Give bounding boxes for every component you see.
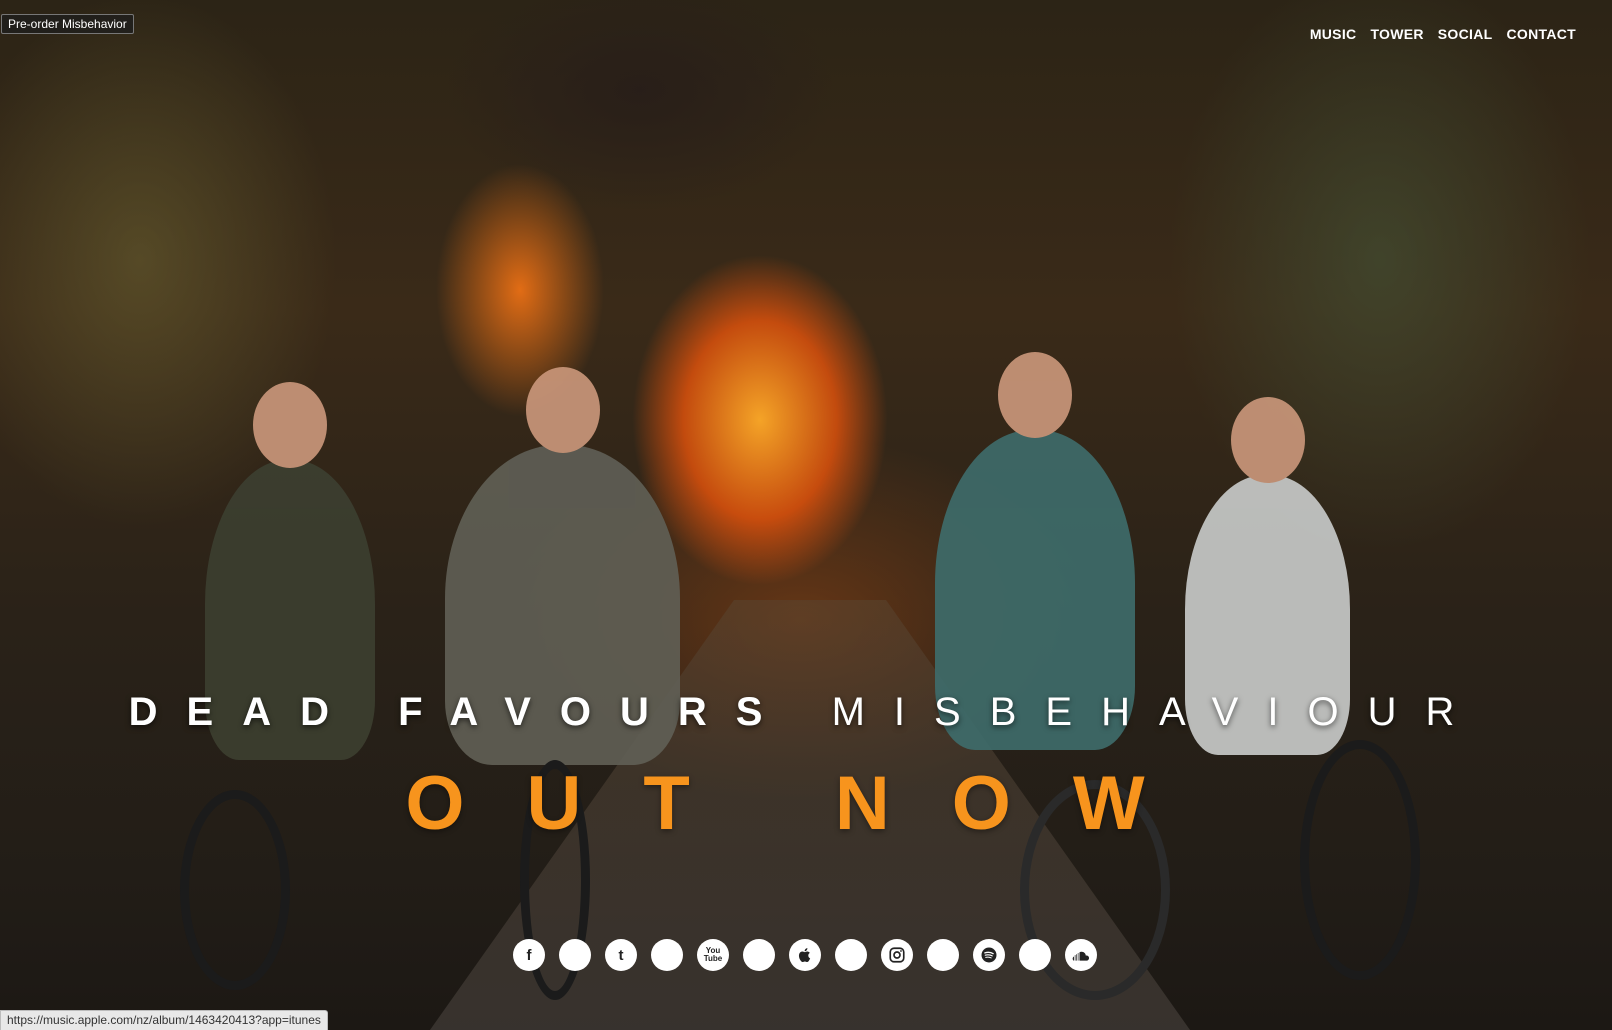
hero-title: DEAD FAVOURS MISBEHAVIOUR: [0, 690, 1612, 735]
instagram-icon[interactable]: [881, 939, 913, 971]
facebook-icon[interactable]: f: [513, 939, 545, 971]
soundcloud-glyph: [1072, 951, 1090, 961]
nav-music[interactable]: MUSIC: [1310, 26, 1357, 42]
apple-icon[interactable]: [789, 939, 821, 971]
tumblr-icon[interactable]: t: [605, 939, 637, 971]
status-bar-url: https://music.apple.com/nz/album/1463420…: [0, 1010, 328, 1030]
instagram-glyph: [889, 947, 905, 963]
hero-background: [0, 0, 1612, 1030]
spotify-icon[interactable]: [973, 939, 1005, 971]
soundcloud-icon[interactable]: [1065, 939, 1097, 971]
out-now-heading[interactable]: OUT NOW: [0, 760, 1612, 847]
spotify-glyph: [981, 947, 997, 963]
apple-glyph: [798, 948, 811, 962]
youtube-icon[interactable]: You Tube: [697, 939, 729, 971]
nav-social[interactable]: SOCIAL: [1438, 26, 1493, 42]
blank-icon[interactable]: [651, 939, 683, 971]
blank-icon[interactable]: [743, 939, 775, 971]
nav-tower[interactable]: TOWER: [1370, 26, 1423, 42]
social-links: f t You Tube: [513, 939, 1097, 971]
nav-contact[interactable]: CONTACT: [1507, 26, 1577, 42]
preorder-link[interactable]: Pre-order Misbehavior: [1, 14, 134, 34]
band-name: DEAD FAVOURS: [128, 690, 792, 734]
blank-icon[interactable]: [835, 939, 867, 971]
blank-icon[interactable]: [559, 939, 591, 971]
album-name: MISBEHAVIOUR: [831, 690, 1484, 734]
main-nav: MUSIC TOWER SOCIAL CONTACT: [1310, 26, 1576, 42]
blank-icon[interactable]: [927, 939, 959, 971]
youtube-glyph: You Tube: [703, 946, 723, 963]
blank-icon[interactable]: [1019, 939, 1051, 971]
